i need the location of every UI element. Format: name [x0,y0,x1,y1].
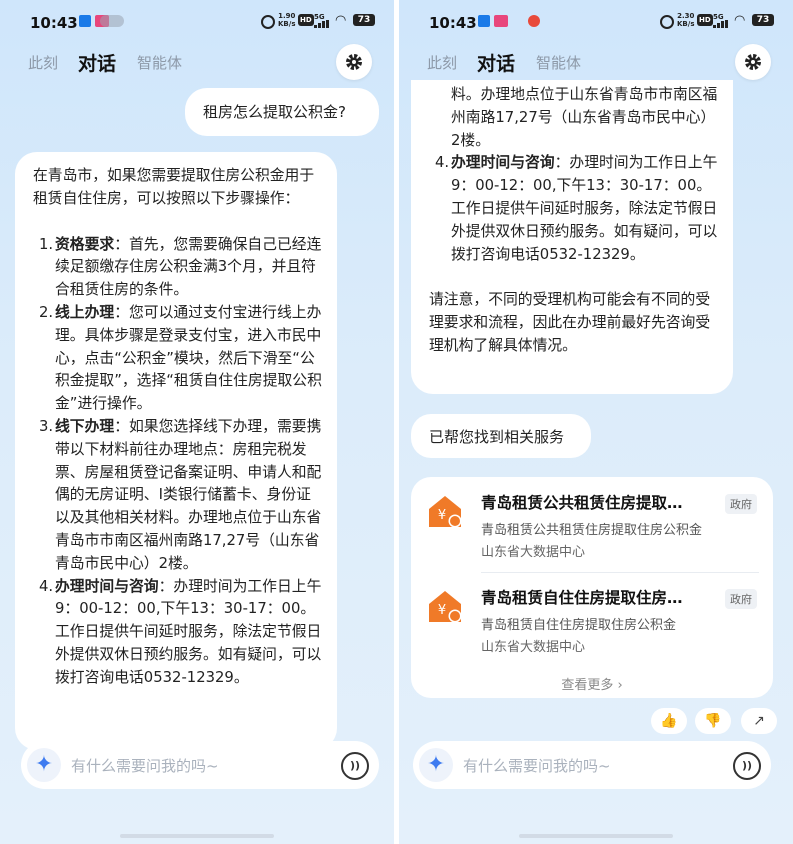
house-icon: ¥ [429,496,462,528]
voice-icon[interactable]: )) [341,752,369,780]
network-speed: 1.90 KB/s [278,12,296,28]
answer-steps: 1. 资格要求：首先，您需要确保自己已经连续足额缴存住房公积金满3个月，并且符合租… [33,234,323,690]
right-screen: 10:43 2.30 KB/s HD 5G ◠ 73 此刻 对话 智能体 料。办… [399,0,793,844]
settings-button[interactable] [735,44,771,80]
answer-step: 3. 线下办理：如果您选择线下办理，需要携带以下材料前往办理地点：房租完税发票、房… [39,417,322,572]
tab-chat[interactable]: 对话 [477,49,515,76]
sparkle-icon[interactable]: ✦ [27,748,61,782]
chat-input-placeholder[interactable]: 有什么需要问我的吗~ [463,755,611,776]
alarm-icon [660,15,674,29]
found-services-message: 已帮您找到相关服务 [411,414,591,458]
top-tabs: 此刻 对话 智能体 [399,44,793,80]
assistant-answer-bubble: 在青岛市，如果您需要提取住房公积金用于租赁自住住房，可以按照以下步骤操作： 1.… [15,152,337,750]
top-tabs: 此刻 对话 智能体 [0,44,394,80]
answer-step: 4. 办理时间与咨询：办理时间为工作日上午9：00-12：00,下午13：30-1… [435,154,718,263]
share-icon[interactable]: ↗ [741,708,777,734]
network-speed: 2.30 KB/s [677,12,695,28]
hd-icon: HD [697,14,713,26]
alarm-icon [261,15,275,29]
notification-icon [79,15,91,27]
chat-input-bar[interactable]: ✦ 有什么需要问我的吗~ )) [21,741,379,789]
answer-step: 1. 资格要求：首先，您需要确保自己已经连续足额缴存住房公积金满3个月，并且符合租… [39,235,322,299]
services-card: ¥ 青岛租赁公共租赁住房提取… 政府 青岛租赁公共租赁住房提取住房公积金 山东省… [411,477,773,698]
settings-button[interactable] [336,44,372,80]
thumb-up-icon[interactable]: 👍 [651,708,687,734]
left-screen: 10:43 1.90 KB/s HD 5G ◠ 73 此刻 对话 智能体 租房怎… [0,0,394,844]
gear-icon [745,54,761,70]
signal-icon [713,20,729,28]
service-tag: 政府 [725,589,757,609]
answer-step: 料。办理地点位于山东省青岛市市南区福州南路17,27号（山东省青岛市民中心）2楼… [451,86,718,149]
tab-agents[interactable]: 智能体 [137,52,182,73]
answer-step: 4. 办理时间与咨询：办理时间为工作日上午9：00-12：00,下午13：30-1… [39,577,322,686]
answer-step: 2. 线上办理：您可以通过支付宝进行线上办理。具体步骤是登录支付宝，进入市民中心，… [39,303,322,413]
status-bar: 10:43 2.30 KB/s HD 5G ◠ 73 [399,0,793,44]
gear-icon [346,54,362,70]
home-indicator [519,834,673,838]
signal-icon [314,20,330,28]
battery-icon: 73 [752,14,774,26]
status-time: 10:43 [429,14,477,32]
answer-steps: 料。办理地点位于山东省青岛市市南区福州南路17,27号（山东省青岛市民中心）2楼… [429,84,719,266]
service-provider: 山东省大数据中心 [481,545,586,560]
status-time: 10:43 [30,14,78,32]
tab-now[interactable]: 此刻 [28,52,58,73]
service-item[interactable]: ¥ 青岛租赁公共租赁住房提取… 政府 青岛租赁公共租赁住房提取住房公积金 山东省… [411,477,773,567]
service-title[interactable]: 青岛租赁公共租赁住房提取… [481,491,721,513]
house-icon: ¥ [429,591,462,623]
svg-text:¥: ¥ [438,508,446,523]
service-title[interactable]: 青岛租赁自住住房提取住房… [481,586,721,608]
tab-now[interactable]: 此刻 [427,52,457,73]
service-provider: 山东省大数据中心 [481,640,586,655]
notification-icon [494,15,508,27]
svg-text:¥: ¥ [438,603,446,618]
service-subtitle: 青岛租赁自住住房提取住房公积金 [481,618,677,633]
home-indicator [120,834,274,838]
service-tag: 政府 [725,494,757,514]
user-message-bubble: 租房怎么提取公积金? [185,88,379,136]
status-bar: 10:43 1.90 KB/s HD 5G ◠ 73 [0,0,394,44]
notification-icon [528,15,540,27]
blurred-icons [100,15,124,27]
service-item[interactable]: ¥ 青岛租赁自住住房提取住房… 政府 青岛租赁自住住房提取住房公积金 山东省大数… [411,572,773,662]
voice-icon[interactable]: )) [733,752,761,780]
see-more-link[interactable]: 查看更多 › [411,674,773,693]
wifi-icon: ◠ [734,13,746,28]
thumb-down-icon[interactable]: 👎 [695,708,731,734]
user-message-text: 租房怎么提取公积金? [203,103,346,121]
assistant-answer-bubble: 料。办理地点位于山东省青岛市市南区福州南路17,27号（山东省青岛市民中心）2楼… [411,80,733,394]
service-subtitle: 青岛租赁公共租赁住房提取住房公积金 [481,523,703,538]
sparkle-icon[interactable]: ✦ [419,748,453,782]
tab-agents[interactable]: 智能体 [536,52,581,73]
chat-input-bar[interactable]: ✦ 有什么需要问我的吗~ )) [413,741,771,789]
chat-input-placeholder[interactable]: 有什么需要问我的吗~ [71,755,219,776]
notification-icon [478,15,490,27]
battery-icon: 73 [353,14,375,26]
hd-icon: HD [298,14,314,26]
wifi-icon: ◠ [335,13,347,28]
answer-intro: 在青岛市，如果您需要提取住房公积金用于租赁自住住房，可以按照以下步骤操作： [33,167,315,207]
tab-chat[interactable]: 对话 [78,49,116,76]
answer-note: 请注意，不同的受理机构可能会有不同的受理要求和流程，因此在办理前最好先咨询受理机… [429,291,711,354]
